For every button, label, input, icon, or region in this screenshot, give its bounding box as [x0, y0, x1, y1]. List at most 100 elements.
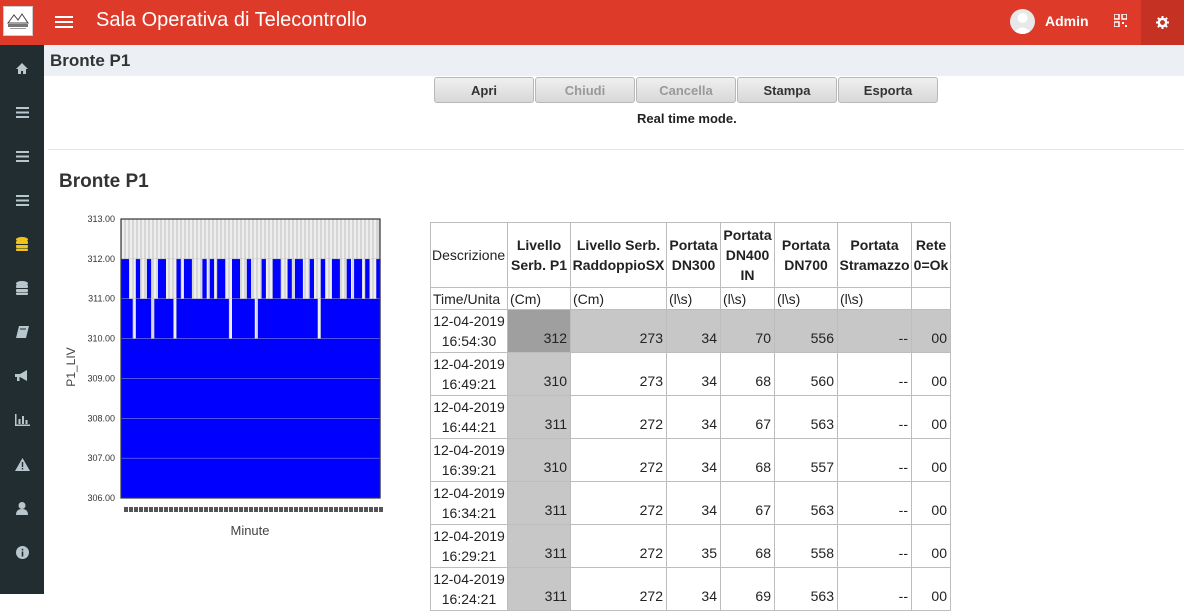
database-icon	[16, 237, 28, 251]
cell-dn700: 563	[774, 567, 838, 611]
cell-stramazzo: --	[837, 438, 912, 482]
unit-rete	[911, 287, 951, 310]
mode-status: Real time mode.	[637, 111, 737, 126]
book-icon	[15, 326, 29, 338]
row-timestamp: 12-04-2019 16:44:21	[430, 395, 508, 439]
x-tick-label	[124, 507, 128, 512]
menu-toggle-button[interactable]	[55, 13, 73, 31]
x-tick-label	[239, 507, 243, 512]
cell-stramazzo: --	[837, 395, 912, 439]
sidebar-item-list-1[interactable]	[0, 94, 44, 130]
level-chart-svg: 313.00 312.00 311.00 310.00 309.00 308.00 307.…	[64, 214, 383, 538]
cell-livello: 311	[507, 567, 571, 611]
x-tick-label	[379, 507, 383, 512]
data-bar	[257, 298, 263, 498]
unit-dn700: (l\s)	[774, 287, 838, 310]
sidebar-item-database[interactable]	[0, 270, 44, 306]
close-button[interactable]: Chiudi	[535, 77, 635, 103]
cell-dn300: 35	[666, 524, 721, 568]
row-date: 12-04-2019	[433, 528, 505, 544]
cell-dn700: 563	[774, 395, 838, 439]
sidebar-item-book[interactable]	[0, 314, 44, 350]
user-avatar-icon	[1013, 13, 1032, 34]
col-header-dn700: Portata DN700	[774, 222, 838, 288]
x-tick-label	[229, 507, 233, 512]
cell-rete: 00	[911, 481, 951, 525]
data-bar	[313, 298, 318, 498]
page-header: Bronte P1	[44, 45, 1184, 76]
sidebar-item-announcements[interactable]	[0, 358, 44, 394]
print-button[interactable]: Stampa	[737, 77, 837, 103]
row-date: 12-04-2019	[433, 571, 505, 587]
cell-rete: 00	[911, 352, 951, 396]
cell-livello: 310	[507, 438, 571, 482]
data-bar	[280, 298, 285, 498]
unit-dn300: (l\s)	[666, 287, 721, 310]
col-header-rete-l1: Rete	[915, 237, 947, 253]
col-header-stramazzo: Portata Stramazzo	[837, 222, 912, 288]
col-header-dn700-l1: Portata	[781, 237, 831, 253]
export-button[interactable]: Esporta	[838, 77, 938, 103]
user-menu-label[interactable]: Admin	[1045, 13, 1089, 29]
data-bar	[368, 298, 374, 498]
x-tick-label	[154, 507, 158, 512]
x-tick-label	[209, 507, 213, 512]
table-row: 12-04-2019 16:24:21 311 272 34 69 563 -- 00	[430, 567, 951, 611]
data-bar	[128, 298, 133, 498]
x-tick-label	[199, 507, 203, 512]
y-axis-label: P1_LIV	[64, 347, 78, 386]
sidebar-item-list-3[interactable]	[0, 182, 44, 218]
data-bar	[361, 298, 366, 498]
col-header-raddoppio-l2: RaddoppioSX	[572, 257, 665, 273]
company-logo[interactable]	[3, 6, 33, 36]
list-icon	[15, 194, 29, 206]
cell-stramazzo: --	[837, 309, 912, 353]
row-time: 16:49:21	[441, 376, 497, 392]
cell-dn700: 556	[774, 309, 838, 353]
y-tick-label: 308.00	[87, 413, 115, 423]
settings-button[interactable]	[1141, 0, 1184, 45]
sidebar-item-users[interactable]	[0, 490, 44, 526]
cell-rete: 00	[911, 524, 951, 568]
open-button[interactable]: Apri	[434, 77, 534, 103]
row-timestamp: 12-04-2019 16:34:21	[430, 481, 508, 525]
cell-rete: 00	[911, 567, 951, 611]
row-timestamp: 12-04-2019 16:54:30	[430, 309, 508, 353]
x-tick-label	[139, 507, 143, 512]
cell-livello: 311	[507, 395, 571, 439]
data-bar	[243, 298, 248, 498]
row-date: 12-04-2019	[433, 442, 505, 458]
sidebar-item-info[interactable]	[0, 534, 44, 570]
data-bar	[324, 298, 329, 498]
cell-dn400: 70	[720, 309, 775, 353]
sidebar-item-charts[interactable]	[0, 402, 44, 438]
col-header-raddoppio-l1: Livello Serb.	[576, 237, 661, 253]
x-tick-label	[234, 507, 238, 512]
cell-dn400: 69	[720, 567, 775, 611]
y-tick-label: 311.00	[88, 294, 115, 304]
sidebar-item-database-active[interactable]	[0, 226, 44, 262]
col-header-dn400-l1: Portata	[723, 227, 772, 243]
unit-raddoppio: (Cm)	[570, 287, 667, 310]
sidebar	[0, 45, 44, 594]
cell-dn700: 560	[774, 352, 838, 396]
x-tick-label	[189, 507, 193, 512]
action-toolbar: Apri Chiudi Cancella Stampa Esporta	[434, 77, 938, 103]
x-tick-label	[309, 507, 313, 512]
sidebar-item-list-2[interactable]	[0, 138, 44, 174]
x-tick-label	[174, 507, 178, 512]
x-tick-label	[294, 507, 298, 512]
delete-button[interactable]: Cancella	[636, 77, 736, 103]
x-tick-label	[249, 507, 253, 512]
cell-rete: 00	[911, 395, 951, 439]
avatar[interactable]	[1010, 9, 1035, 34]
sidebar-item-alarms[interactable]	[0, 446, 44, 482]
col-header-dn300-l2: DN300	[671, 257, 716, 273]
x-tick-label	[224, 507, 228, 512]
data-bar	[180, 298, 185, 498]
qrcode-icon[interactable]	[1114, 14, 1127, 27]
cell-raddoppio: 273	[570, 309, 667, 353]
col-header-dn400-l3: IN	[740, 267, 755, 283]
x-tick-label	[129, 507, 133, 512]
sidebar-item-home[interactable]	[0, 50, 44, 86]
